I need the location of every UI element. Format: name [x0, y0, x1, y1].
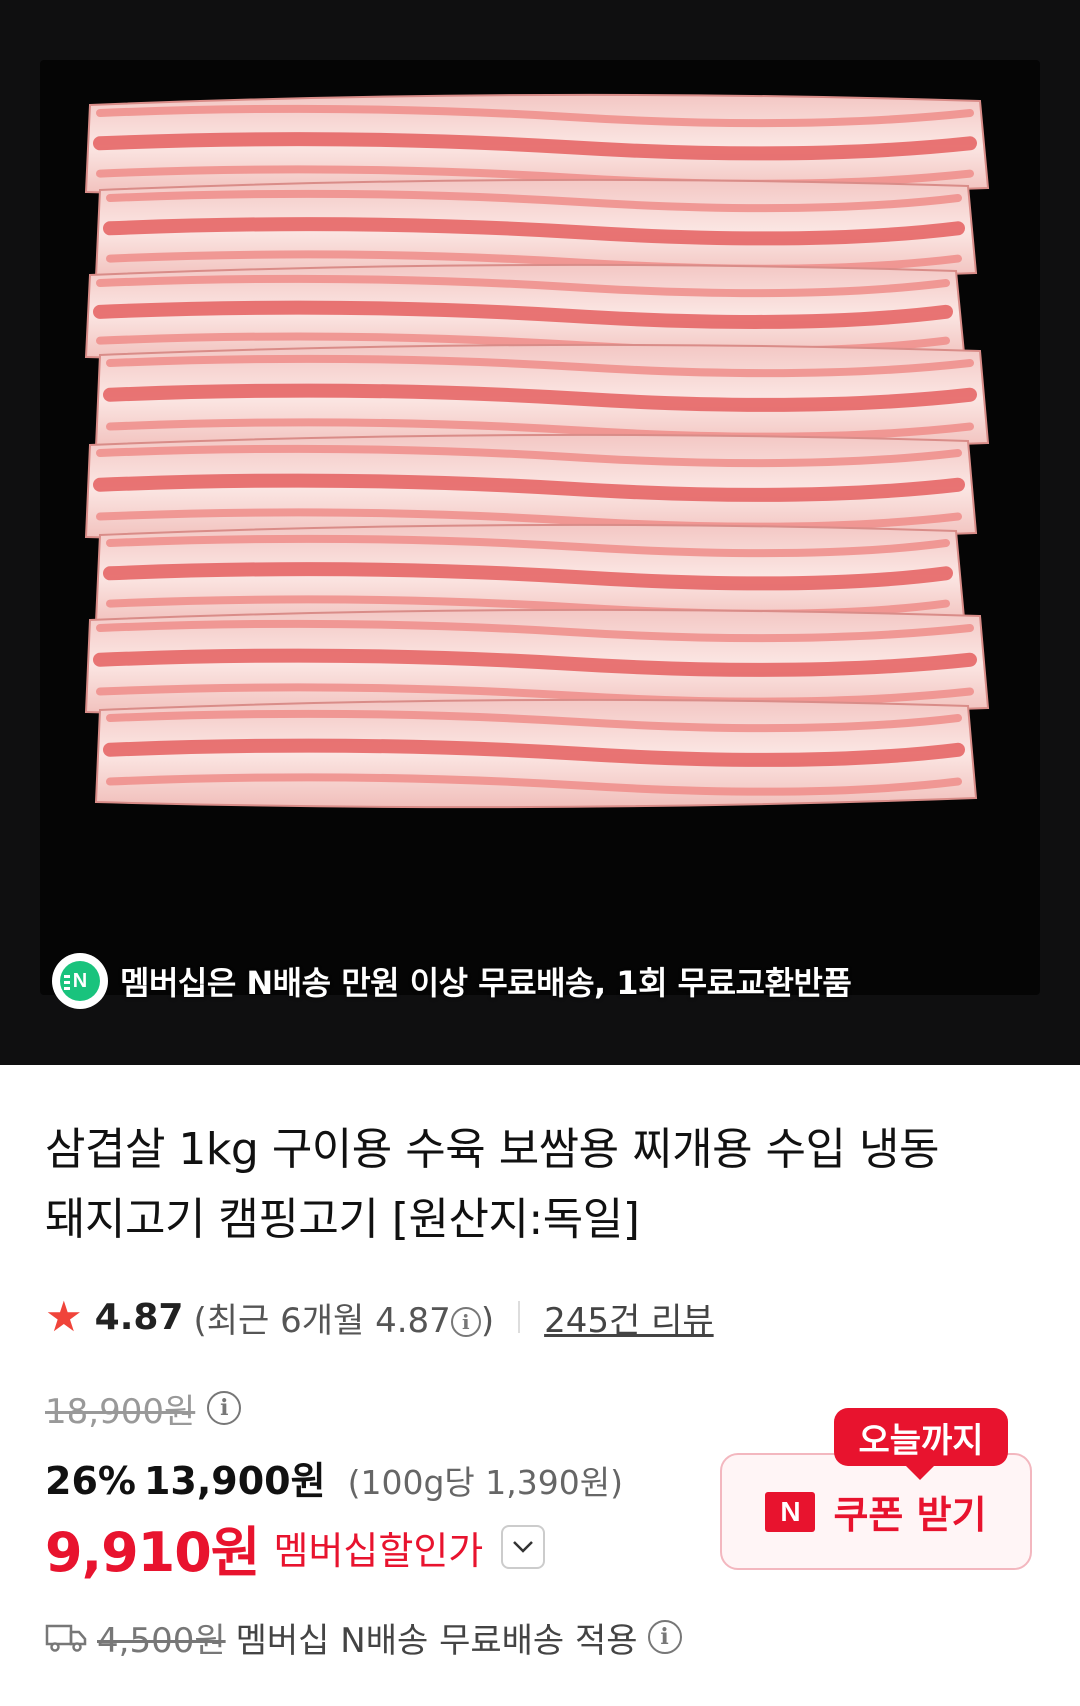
expand-button[interactable]: [501, 1525, 546, 1569]
info-icon[interactable]: i: [450, 1307, 481, 1337]
product-image[interactable]: N 멤버십은 N배송 만원 이상 무료배송, 1회 무료교환반품: [0, 0, 1080, 1065]
unit-price: (100g당 1,390원): [347, 1463, 623, 1502]
n-delivery-icon: N: [52, 953, 108, 1009]
member-price-label: 멤버십할인가: [273, 1528, 484, 1573]
delivery-truck-icon: [45, 1624, 87, 1652]
original-price-row: 18,900원 i: [45, 1385, 242, 1432]
divider: [518, 1301, 521, 1333]
sale-price: 13,900원: [143, 1459, 326, 1503]
membership-banner-text: 멤버십은 N배송 만원 이상 무료배송, 1회 무료교환반품: [120, 964, 852, 1002]
membership-banner: N 멤버십은 N배송 만원 이상 무료배송, 1회 무료교환반품: [52, 952, 852, 1010]
coupon-button[interactable]: N 쿠폰 받기: [720, 1453, 1032, 1570]
product-title: 삼겹살 1kg 구이용 수육 보쌈용 찌개용 수입 냉동 돼지고기 캠핑고기 […: [45, 1115, 1045, 1255]
pork-belly-photo: [84, 93, 990, 809]
chevron-down-icon: [513, 1541, 534, 1553]
shipping-fee: 4,500원: [97, 1620, 226, 1661]
rating-score: 4.87: [94, 1296, 184, 1338]
recent-rating-text: (최근 6개월 4.87: [193, 1300, 451, 1341]
shipping-row: 4,500원 멤버십 N배송 무료배송 적용 i: [45, 1612, 682, 1662]
original-price: 18,900원: [45, 1391, 196, 1432]
recent-rating-close: ): [480, 1300, 495, 1341]
today-only-tag: 오늘까지: [834, 1408, 1008, 1480]
product-title-line1: 삼겹살 1kg 구이용 수육 보쌈용 찌개용 수입 냉동: [45, 1124, 939, 1175]
coupon-label: 쿠폰 받기: [833, 1493, 987, 1537]
star-icon: ★: [45, 1292, 83, 1341]
discount-percent: 26%: [45, 1459, 136, 1503]
naver-n-icon: N: [765, 1491, 816, 1532]
sale-price-row: 26% 13,900원 (100g당 1,390원): [45, 1450, 623, 1503]
rating-row: ★ 4.87 (최근 6개월 4.87 i) 245건 리뷰: [45, 1292, 714, 1342]
reviews-link[interactable]: 245건 리뷰: [544, 1293, 714, 1342]
member-price: 9,910원: [45, 1520, 260, 1584]
info-icon[interactable]: i: [207, 1391, 242, 1425]
shipping-text: 멤버십 N배송 무료배송 적용: [235, 1620, 638, 1661]
product-title-line2: 돼지고기 캠핑고기 [원산지:독일]: [45, 1194, 640, 1245]
member-price-row: 9,910원 멤버십할인가: [45, 1512, 546, 1584]
info-icon[interactable]: i: [647, 1620, 682, 1654]
recent-rating: (최근 6개월 4.87 i): [193, 1293, 494, 1342]
